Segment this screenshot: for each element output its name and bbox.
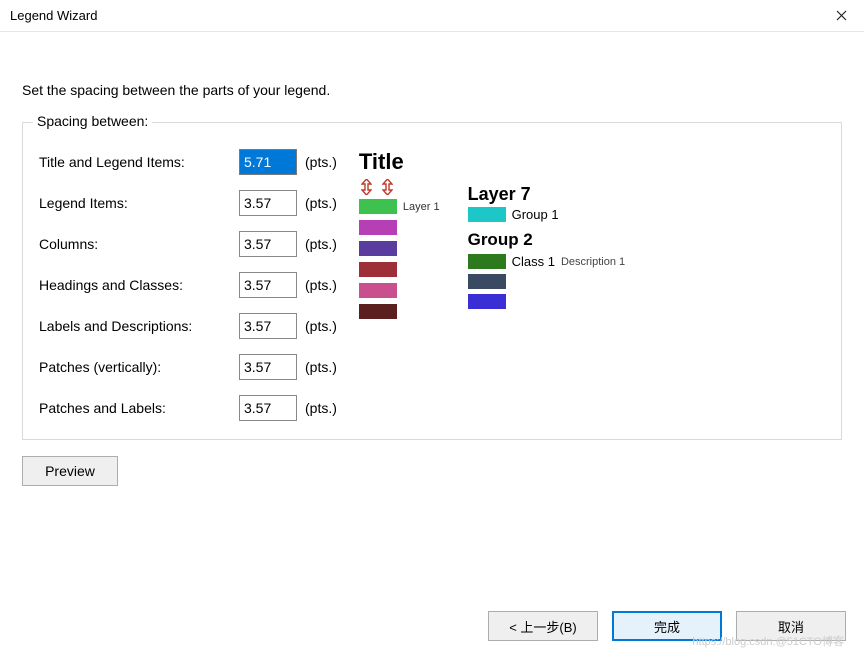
- instruction-text: Set the spacing between the parts of you…: [22, 82, 842, 98]
- preview-col2: Layer 7 Group 1 Group 2 Class 1 Descript…: [468, 149, 626, 421]
- row-title-items: Title and Legend Items: (pts.): [39, 149, 337, 175]
- units-columns: (pts.): [305, 236, 337, 252]
- spacing-fieldset: Spacing between: Title and Legend Items:…: [22, 122, 842, 440]
- color-swatch: [359, 283, 397, 298]
- cancel-button[interactable]: 取消: [736, 611, 846, 641]
- row-headings: Headings and Classes: (pts.): [39, 272, 337, 298]
- color-swatch: [359, 199, 397, 214]
- preview-group2: Group 2: [468, 230, 626, 250]
- row-legend-items: Legend Items: (pts.): [39, 190, 337, 216]
- preview-button[interactable]: Preview: [22, 456, 118, 486]
- titlebar: Legend Wizard: [0, 0, 864, 32]
- swatch-maroon: [359, 304, 440, 319]
- input-patches-v[interactable]: [239, 354, 297, 380]
- swatch-pink: [359, 283, 440, 298]
- units-patches-v: (pts.): [305, 359, 337, 375]
- back-button[interactable]: < 上一步(B): [488, 611, 598, 641]
- row-columns: Columns: (pts.): [39, 231, 337, 257]
- color-swatch: [359, 304, 397, 319]
- swatch-navy: [468, 274, 626, 289]
- updown-arrow-icon: [382, 179, 393, 195]
- preview-layer7: Layer 7: [468, 184, 626, 205]
- input-headings[interactable]: [239, 272, 297, 298]
- updown-arrow-icon: [361, 179, 372, 195]
- color-swatch: [468, 207, 506, 222]
- preview-title: Title: [359, 149, 440, 175]
- label-patches-v: Patches (vertically):: [39, 359, 239, 375]
- units-headings: (pts.): [305, 277, 337, 293]
- row-patches-v: Patches (vertically): (pts.): [39, 354, 337, 380]
- swatch-group1: Group 1: [468, 207, 626, 222]
- preview-layer1: Layer 1: [403, 201, 440, 213]
- close-icon[interactable]: [818, 0, 864, 32]
- input-patches-labels[interactable]: [239, 395, 297, 421]
- arrows-group: [361, 179, 440, 195]
- preview-desc1: Description 1: [561, 256, 625, 268]
- units-labels-desc: (pts.): [305, 318, 337, 334]
- color-swatch: [359, 241, 397, 256]
- row-patches-labels: Patches and Labels: (pts.): [39, 395, 337, 421]
- preview-class1: Class 1: [512, 254, 555, 269]
- preview-diagram: Title Layer 1: [359, 149, 625, 421]
- input-columns[interactable]: [239, 231, 297, 257]
- label-columns: Columns:: [39, 236, 239, 252]
- window-title: Legend Wizard: [10, 8, 818, 23]
- swatch-dkred: [359, 262, 440, 277]
- input-title-items[interactable]: [239, 149, 297, 175]
- finish-button[interactable]: 完成: [612, 611, 722, 641]
- label-title-items: Title and Legend Items:: [39, 154, 239, 170]
- label-headings: Headings and Classes:: [39, 277, 239, 293]
- preview-group1: Group 1: [512, 207, 559, 222]
- swatch-layer1: Layer 1: [359, 199, 440, 214]
- content: Set the spacing between the parts of you…: [0, 32, 864, 486]
- color-swatch: [468, 294, 506, 309]
- color-swatch: [468, 254, 506, 269]
- color-swatch: [468, 274, 506, 289]
- fieldset-legend: Spacing between:: [33, 113, 152, 129]
- units-patches-labels: (pts.): [305, 400, 337, 416]
- input-legend-items[interactable]: [239, 190, 297, 216]
- label-labels-desc: Labels and Descriptions:: [39, 318, 239, 334]
- units-title-items: (pts.): [305, 154, 337, 170]
- units-legend-items: (pts.): [305, 195, 337, 211]
- input-labels-desc[interactable]: [239, 313, 297, 339]
- swatch-purple: [359, 241, 440, 256]
- color-swatch: [359, 220, 397, 235]
- swatch-class1: Class 1 Description 1: [468, 254, 626, 269]
- color-swatch: [359, 262, 397, 277]
- swatch-blue: [468, 294, 626, 309]
- preview-col1: Title Layer 1: [359, 149, 440, 421]
- label-patches-labels: Patches and Labels:: [39, 400, 239, 416]
- swatch-magenta: [359, 220, 440, 235]
- row-labels-desc: Labels and Descriptions: (pts.): [39, 313, 337, 339]
- label-legend-items: Legend Items:: [39, 195, 239, 211]
- footer: < 上一步(B) 完成 取消: [488, 611, 846, 641]
